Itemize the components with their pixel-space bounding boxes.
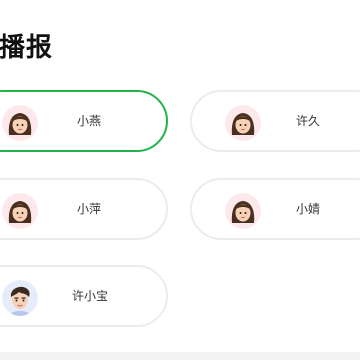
voice-name: 许小宝 xyxy=(72,289,109,303)
voice-name: 许久 xyxy=(296,114,321,128)
voice-card-xiaoyan[interactable]: 小燕 xyxy=(0,90,168,152)
voice-card-xuxiaobao[interactable]: 许小宝 xyxy=(0,265,168,327)
boy-avatar-icon xyxy=(2,280,38,316)
bottom-divider xyxy=(0,352,360,360)
girl-avatar-icon xyxy=(2,105,38,141)
voice-name: 小燕 xyxy=(77,114,102,128)
girl-avatar-icon xyxy=(225,193,261,229)
page-title: 音播报 xyxy=(0,33,54,63)
voice-card-xiaoping[interactable]: 小萍 xyxy=(0,178,168,240)
voice-broadcast-page: 音播报 小燕 xyxy=(0,0,360,360)
girl-avatar-icon xyxy=(225,105,261,141)
voice-name: 小萍 xyxy=(77,202,102,216)
girl-avatar-icon xyxy=(2,193,38,229)
voice-card-xujiu[interactable]: 许久 xyxy=(190,90,360,152)
voice-name: 小婧 xyxy=(296,202,321,216)
voice-card-xiaojing[interactable]: 小婧 xyxy=(190,178,360,240)
